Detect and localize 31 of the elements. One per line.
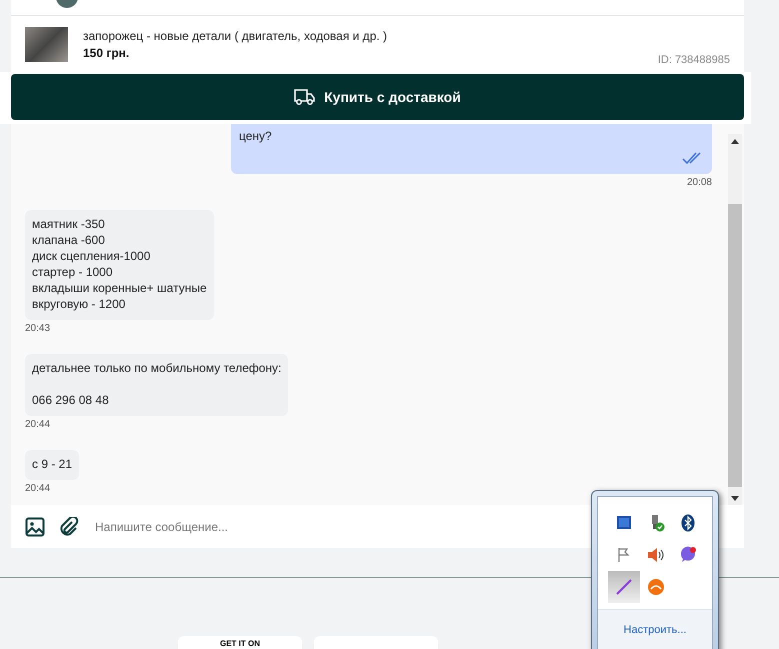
image-icon[interactable] <box>25 516 45 536</box>
app-logo-icon[interactable] <box>647 578 665 596</box>
scrollbar[interactable] <box>728 134 742 505</box>
product-title: запорожец - новые детали ( двигатель, ходовая и др. ) <box>83 28 388 42</box>
truck-icon <box>294 88 316 106</box>
store-badge[interactable]: GET IT ON <box>178 636 302 649</box>
paperclip-icon[interactable] <box>59 516 79 536</box>
message-input-field[interactable]: Напишите сообщение... <box>93 518 730 534</box>
customize-link[interactable]: Настроить... <box>624 624 686 638</box>
photo-placeholder <box>25 26 68 62</box>
message-bubble: с 9 - 21 <box>25 450 80 480</box>
speaker-icon[interactable] <box>647 547 665 563</box>
chat-bubble-icon[interactable] <box>679 546 697 564</box>
monitor-icon[interactable] <box>616 515 632 531</box>
message-time: 20:43 <box>25 323 50 334</box>
pen-icon[interactable] <box>615 578 633 596</box>
scroll-up-icon[interactable] <box>731 139 739 144</box>
message-time: 20:44 <box>25 483 50 494</box>
flag-icon[interactable] <box>616 547 632 563</box>
message-time: 20:08 <box>686 177 712 188</box>
scrollbar-thumb[interactable] <box>728 204 742 487</box>
message-bubble: цену? <box>231 124 712 174</box>
ad-id: ID: 738488985 <box>658 54 730 66</box>
scroll-down-icon[interactable] <box>731 496 739 501</box>
product-price: 150 грн. <box>83 46 130 60</box>
message-bubble: детальнее только по мобильному телефону: 066 296 08 48 <box>25 354 288 416</box>
message-time: 20:44 <box>25 419 50 430</box>
message-bubble: маятник -350 клапана -600 диск сцепления-1000 стартер - 1000 вкладыши коренные+ шатуные вкруговую - 1200 <box>25 210 214 320</box>
tray-icon-slot[interactable] <box>608 571 640 603</box>
buy-with-delivery-button[interactable]: Купить с доставкой <box>11 74 744 120</box>
bluetooth-icon[interactable] <box>681 514 695 532</box>
